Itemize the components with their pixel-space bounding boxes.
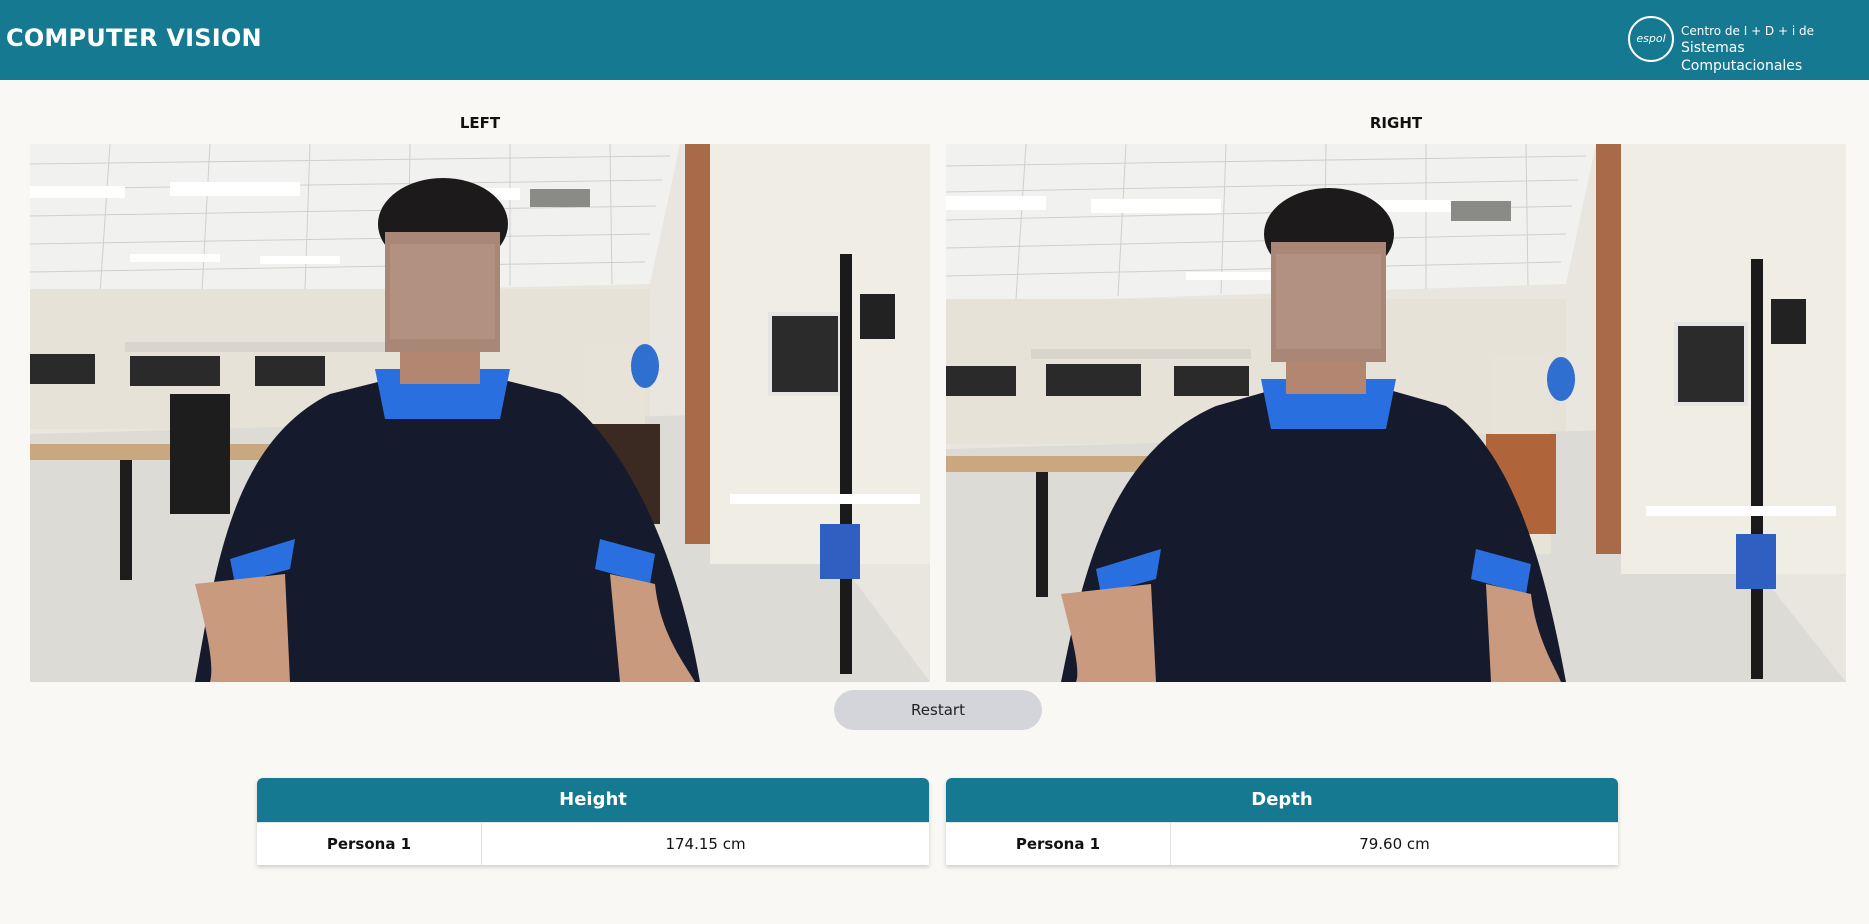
left-camera-image <box>30 144 930 682</box>
organization-name: Centro de I + D + i de Sistemas Computac… <box>1681 23 1869 75</box>
restart-button[interactable]: Restart <box>834 690 1042 730</box>
height-card: Height Persona 1 174.15 cm <box>257 778 929 865</box>
left-camera-feed <box>30 144 930 682</box>
app-header: COMPUTER VISION espol Centro de I + D + … <box>0 0 1869 80</box>
person-name: Persona 1 <box>257 823 482 865</box>
person-name: Persona 1 <box>946 823 1171 865</box>
organization-name-line2: Sistemas Computacionales <box>1681 40 1803 74</box>
height-value: 174.15 cm <box>665 835 746 853</box>
right-camera-feed <box>946 144 1846 682</box>
table-row: Persona 1 79.60 cm <box>946 822 1618 865</box>
right-camera-label: RIGHT <box>1369 114 1423 132</box>
height-card-title: Height <box>257 778 929 822</box>
depth-card-title: Depth <box>946 778 1618 822</box>
organization-name-line1: Centro de I + D + i de <box>1681 24 1815 38</box>
left-camera-label: LEFT <box>459 114 501 132</box>
depth-card: Depth Persona 1 79.60 cm <box>946 778 1618 865</box>
app-title: COMPUTER VISION <box>6 24 262 52</box>
right-camera-image <box>946 144 1846 682</box>
depth-value: 79.60 cm <box>1359 835 1430 853</box>
table-row: Persona 1 174.15 cm <box>257 822 929 865</box>
espol-logo: espol <box>1628 16 1674 62</box>
